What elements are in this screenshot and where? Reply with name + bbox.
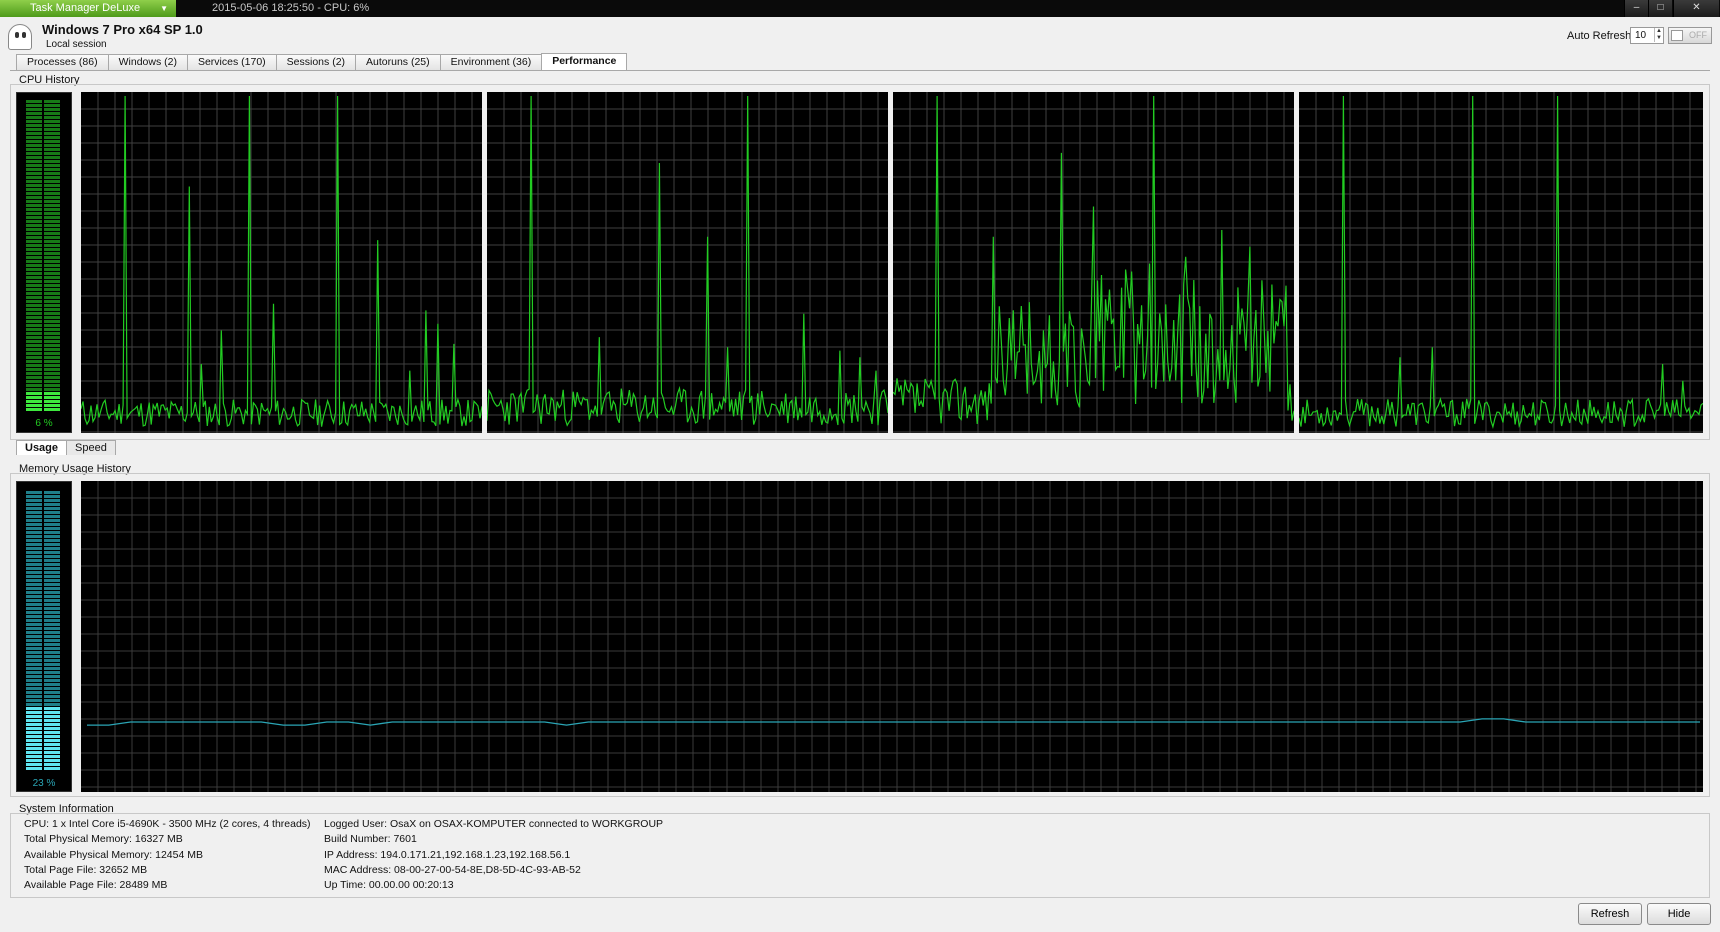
tab-environment[interactable]: Environment (36)	[439, 54, 543, 70]
cpu-usage-text: 6 %	[35, 418, 53, 429]
system-info-right: Logged User: OsaX on OSAX-KOMPUTER conne…	[324, 817, 663, 893]
memory-usage-plot	[81, 481, 1703, 792]
system-info-line: Available Page File: 28489 MB	[24, 879, 168, 892]
close-button[interactable]: ✕	[1673, 0, 1719, 17]
system-info-line: MAC Address: 08-00-27-00-54-8E,D8-5D-4C-…	[324, 863, 581, 876]
tab-sessions[interactable]: Sessions (2)	[275, 54, 357, 70]
auto-refresh-value: 10	[1635, 30, 1647, 41]
memory-usage-text: 23 %	[32, 778, 56, 789]
tab-windows[interactable]: Windows (2)	[107, 54, 188, 70]
auto-refresh-spinner[interactable]: 10 ▲ ▼	[1630, 27, 1664, 44]
app-menu-button[interactable]: Task Manager DeLuxe ▼	[0, 0, 176, 17]
system-info-left: CPU: 1 x Intel Core i5-4690K - 3500 MHz …	[24, 817, 311, 893]
cpu-meter-bars	[26, 100, 60, 411]
chevron-down-icon: ▼	[160, 4, 168, 13]
tab-processes[interactable]: Processes (86)	[16, 54, 109, 70]
system-info-line: Available Physical Memory: 12454 MB	[24, 848, 203, 861]
main-tabs: Processes (86) Windows (2) Services (170) S…	[16, 53, 628, 70]
toggle-knob	[1671, 30, 1683, 41]
maximize-button[interactable]: □	[1648, 0, 1672, 17]
cpu-core-graph-3-plot	[893, 92, 1294, 433]
cpu-core-graph-2-plot	[487, 92, 888, 433]
app-menu-label: Task Manager DeLuxe	[30, 2, 141, 14]
system-info-line: IP Address: 194.0.171.21,192.168.1.23,19…	[324, 848, 571, 861]
cpu-usage-meter: 6 %	[16, 92, 72, 433]
system-info-line: Total Physical Memory: 16327 MB	[24, 833, 183, 846]
auto-refresh-toggle[interactable]: OFF	[1668, 27, 1712, 44]
cpu-core-graph-4	[1299, 92, 1703, 433]
cpu-core-graph-3	[893, 92, 1294, 433]
title-bar: Task Manager DeLuxe ▼ 2015-05-06 18:25:5…	[0, 0, 1720, 17]
cpu-view-tabs: Usage Speed	[16, 440, 116, 455]
memory-meter-bars	[26, 491, 60, 770]
hide-button[interactable]: Hide	[1647, 903, 1711, 925]
ghost-logo-icon	[8, 24, 32, 50]
cpu-core-graph-4-plot	[1299, 92, 1703, 433]
cpu-core-graph-1-plot	[81, 92, 482, 433]
refresh-button[interactable]: Refresh	[1578, 903, 1642, 925]
os-title: Windows 7 Pro x64 SP 1.0	[42, 22, 203, 37]
subtab-speed[interactable]: Speed	[66, 440, 116, 455]
window-title: 2015-05-06 18:25:50 - CPU: 6%	[212, 2, 370, 14]
system-info-line: Logged User: OsaX on OSAX-KOMPUTER conne…	[324, 818, 664, 830]
spin-down-icon[interactable]: ▼	[1654, 35, 1663, 42]
minimize-button[interactable]: –	[1624, 0, 1648, 17]
cpu-core-graph-1	[81, 92, 482, 433]
memory-usage-graph	[81, 481, 1703, 792]
tab-performance[interactable]: Performance	[541, 53, 628, 70]
auto-refresh-label: Auto Refresh	[1567, 30, 1632, 42]
tab-divider	[10, 70, 1710, 71]
system-info-line: Total Page File: 32652 MB	[24, 863, 148, 876]
system-info-line: Up Time: 00.00.00 00:20:13	[324, 879, 454, 892]
system-info-line: Build Number: 7601	[324, 833, 417, 846]
system-info-line: CPU: 1 x Intel Core i5-4690K - 3500 MHz …	[24, 818, 311, 830]
toggle-label: OFF	[1689, 30, 1707, 40]
tab-services[interactable]: Services (170)	[186, 54, 277, 70]
session-label: Local session	[46, 39, 107, 50]
memory-usage-meter: 23 %	[16, 481, 72, 792]
tab-autoruns[interactable]: Autoruns (25)	[355, 54, 441, 70]
spin-up-icon[interactable]: ▲	[1654, 28, 1663, 35]
subtab-usage[interactable]: Usage	[16, 440, 68, 455]
cpu-core-graph-2	[487, 92, 888, 433]
